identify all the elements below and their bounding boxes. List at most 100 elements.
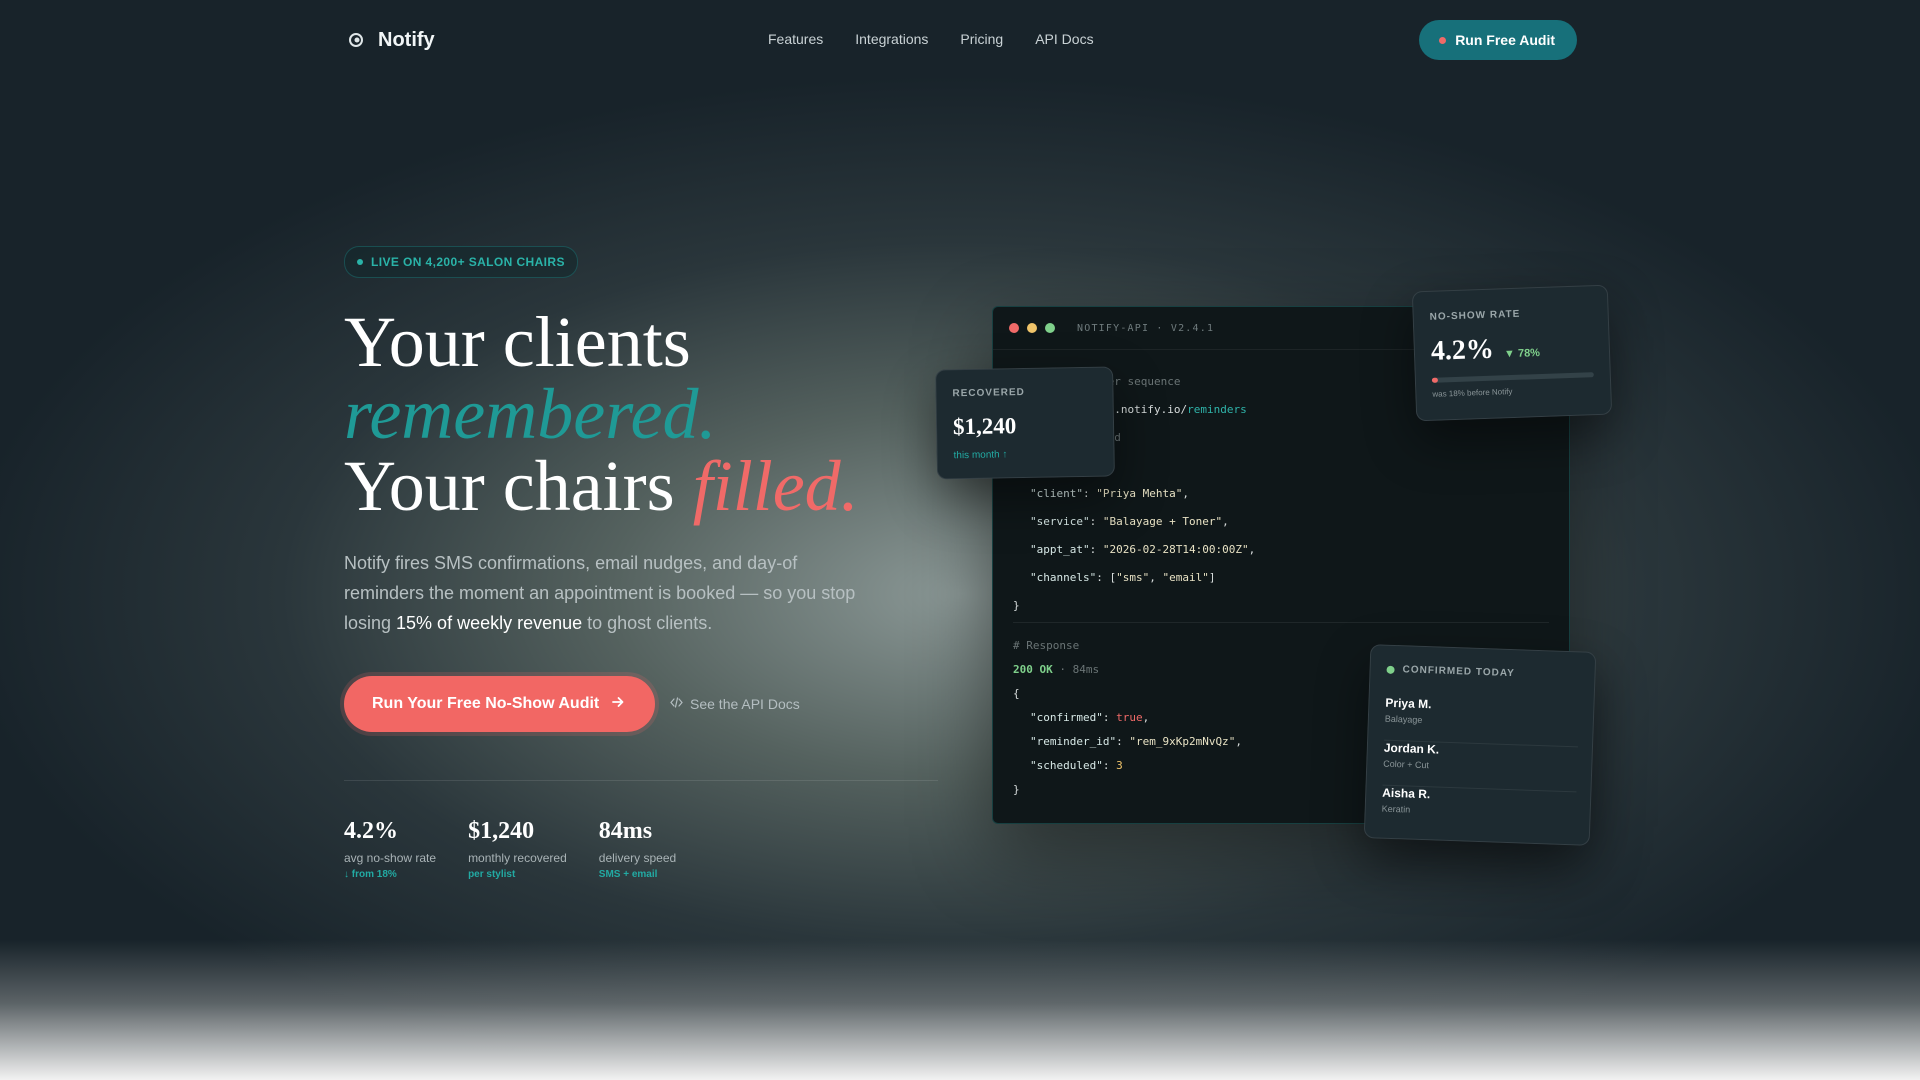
client-service: Keratin (1381, 803, 1411, 815)
no-show-rate-card: NO-SHOW RATE 4.2% ▼ 78% was 18% before N… (1411, 284, 1613, 422)
no-show-delta: ▼ 78% (1503, 347, 1541, 361)
confirmed-today-card: CONFIRMED TODAY Priya M. Balayage Jordan… (1363, 644, 1597, 846)
headline-line-2: remembered. (344, 374, 717, 454)
list-item[interactable]: Jordan K. Color + Cut (1382, 740, 1578, 793)
code-icon (670, 696, 683, 712)
nav-link-api-docs[interactable]: API Docs (1035, 31, 1093, 47)
no-show-progress-fill (1431, 377, 1439, 383)
run-free-audit-button[interactable]: Run Free Audit (1419, 20, 1577, 60)
bell-logo-icon (344, 28, 368, 52)
see-api-docs-link[interactable]: See the API Docs (670, 696, 800, 712)
stat-value: 4.2% (344, 818, 398, 844)
nav-link-features[interactable]: Features (768, 31, 823, 47)
stat-label: delivery speed (598, 851, 677, 865)
code-reminder-value: rem_9xKp2mNvQz (1135, 735, 1229, 748)
stat-value: 84ms (598, 818, 653, 844)
code-channel-2: email (1169, 571, 1203, 584)
code-url-path: reminders (1187, 403, 1247, 416)
subtext-part-2: to ghost clients. (582, 613, 713, 633)
stats-divider (344, 780, 938, 781)
bottom-fade (0, 940, 1920, 1080)
run-no-show-audit-label: Run Your Free No-Show Audit (372, 695, 600, 712)
recovered-value: $1,240 (952, 413, 1017, 440)
stats-row: 4.2% avg no-show rate ↓ from 18% $1,240 … (344, 818, 676, 880)
confirmed-list: Priya M. Balayage Jordan K. Color + Cut … (1381, 695, 1580, 833)
recovered-label: RECOVERED (952, 386, 1025, 400)
client-name: Priya M. (1385, 695, 1432, 712)
top-nav: Notify Features Integrations Pricing API… (0, 0, 1920, 80)
code-brace-close-2: } (1013, 783, 1020, 796)
code-reminder-line: "reminder_id": "rem_9xKp2mNvQz", (1030, 735, 1242, 748)
window-maximize-icon[interactable] (1045, 323, 1055, 333)
recovered-card: RECOVERED $1,240 this month ↑ (935, 366, 1115, 480)
headline-line-3-plain: Your chairs (344, 446, 693, 526)
headline-line-1: Your clients (344, 302, 691, 382)
code-url-prefix: pi.notify.io/ (1101, 403, 1188, 416)
no-show-progress-track (1431, 372, 1594, 383)
no-show-label: NO-SHOW RATE (1429, 308, 1521, 323)
stat-label: avg no-show rate (344, 851, 437, 865)
code-appt-value: 2026-02-28T14:00:00Z (1109, 543, 1242, 556)
client-service: Balayage (1384, 713, 1423, 725)
brand-logo[interactable]: Notify (344, 28, 435, 52)
nav-link-integrations[interactable]: Integrations (855, 31, 928, 47)
stat-monthly-recovered: $1,240 monthly recovered per stylist (468, 818, 567, 880)
code-service-line: "service": "Balayage + Toner", (1030, 515, 1229, 528)
window-minimize-icon[interactable] (1027, 323, 1037, 333)
stat-sub: SMS + email (598, 869, 658, 880)
subtext-highlight: 15% of weekly revenue (396, 613, 583, 633)
confirmed-header: CONFIRMED TODAY (1386, 664, 1515, 679)
code-brace-open: { (1013, 687, 1020, 700)
stat-delivery-speed: 84ms delivery speed SMS + email (599, 818, 676, 880)
no-show-note: was 18% before Notify (1432, 387, 1513, 399)
no-show-value: 4.2% (1430, 333, 1495, 367)
see-api-docs-label: See the API Docs (690, 696, 800, 712)
arrow-right-icon (611, 695, 625, 714)
code-brace-close: } (1013, 599, 1020, 612)
code-status-line: 200 OK · 84ms (1013, 663, 1099, 676)
run-free-audit-label: Run Free Audit (1455, 32, 1555, 48)
code-scheduled-line: "scheduled": 3 (1030, 759, 1123, 772)
headline-line-3-accent: filled. (692, 446, 859, 526)
code-client-line: "client": "Priya Mehta", (1030, 487, 1189, 500)
code-confirmed-line: "confirmed": true, (1030, 711, 1150, 724)
code-comment-response: # Response (1013, 639, 1080, 652)
run-no-show-audit-button[interactable]: Run Your Free No-Show Audit (344, 676, 656, 732)
no-show-value-row: 4.2% ▼ 78% (1430, 332, 1540, 368)
confirmed-dot-icon (1386, 665, 1395, 674)
terminal-title: NOTIFY-API · V2.4.1 (1077, 322, 1215, 334)
code-service-value: Balayage + Toner (1109, 515, 1216, 528)
list-item[interactable]: Aisha R. Keratin (1381, 786, 1576, 833)
stat-label: monthly recovered (468, 851, 567, 865)
code-confirmed-value: true (1116, 711, 1143, 724)
hero-headline: Your clients remembered. Your chairs fil… (344, 306, 859, 522)
status-dot-icon (1439, 36, 1447, 44)
nav-links: Features Integrations Pricing API Docs (768, 31, 1094, 47)
live-dot-icon (357, 259, 363, 265)
stat-sub: per stylist (468, 869, 516, 880)
hero-subtext: Notify fires SMS confirmations, email nu… (344, 548, 874, 638)
window-close-icon[interactable] (1009, 323, 1019, 333)
client-service: Color + Cut (1383, 758, 1430, 771)
code-scheduled-value: 3 (1116, 759, 1123, 772)
hero-background (0, 0, 1920, 1080)
list-item[interactable]: Priya M. Balayage (1384, 695, 1580, 748)
code-client-value: Priya Mehta (1102, 487, 1176, 500)
nav-link-pricing[interactable]: Pricing (960, 31, 1003, 47)
code-channels-line: "channels": ["sms", "email"] (1030, 571, 1216, 584)
recovered-sub: this month ↑ (953, 449, 1008, 462)
confirmed-label: CONFIRMED TODAY (1402, 664, 1515, 680)
headline-line-3: Your chairs filled. (344, 450, 859, 522)
code-separator (1013, 622, 1549, 623)
stat-value: $1,240 (468, 818, 535, 844)
brand-name: Notify (378, 28, 435, 51)
code-latency: · 84ms (1052, 663, 1100, 676)
code-url-line: pi.notify.io/reminders (1101, 403, 1247, 416)
live-badge-text: LIVE ON 4,200+ SALON CHAIRS (371, 255, 565, 269)
code-appt-line: "appt_at": "2026-02-28T14:00:00Z", (1030, 543, 1256, 556)
stat-no-show-rate: 4.2% avg no-show rate ↓ from 18% (344, 818, 436, 880)
live-badge: LIVE ON 4,200+ SALON CHAIRS (344, 246, 578, 278)
code-status: 200 OK (1013, 663, 1053, 676)
stat-sub: ↓ from 18% (344, 869, 397, 880)
code-channel-1: sms (1122, 571, 1143, 584)
